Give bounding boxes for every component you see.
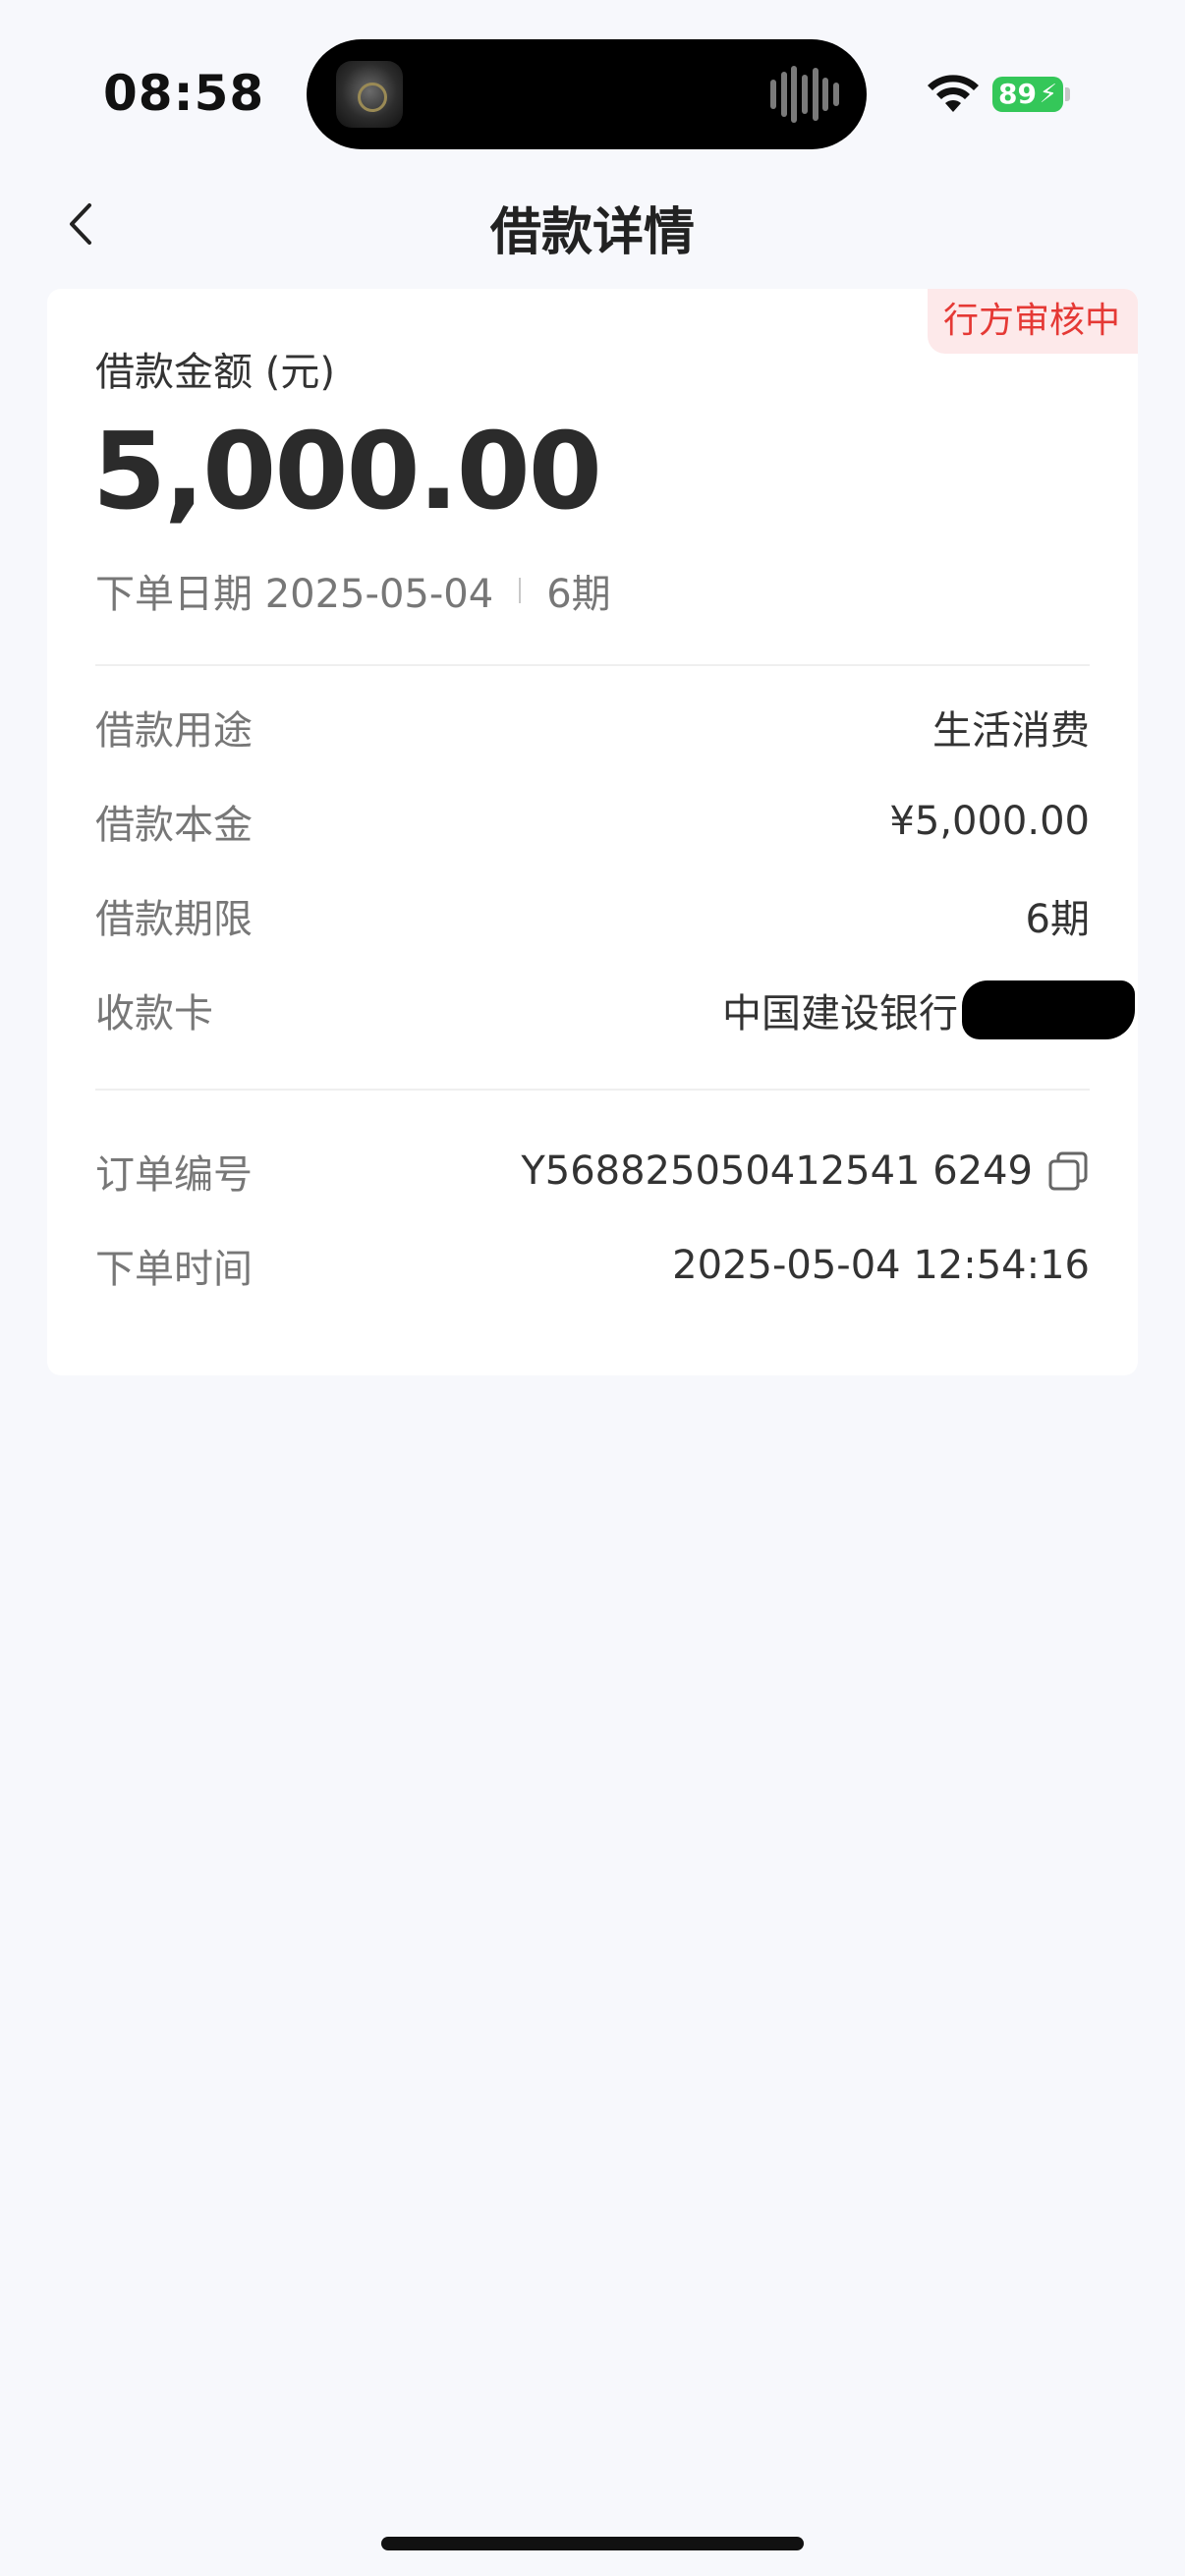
battery-cap <box>1065 87 1070 101</box>
battery-level: 89 <box>998 78 1037 110</box>
wifi-icon <box>928 75 979 112</box>
nav-bar: 借款详情 <box>0 177 1185 275</box>
status-time: 08:58 <box>103 65 265 122</box>
row-label: 借款期限 <box>95 897 253 942</box>
loan-detail-card: 行方审核中 借款金额 (元) 5,000.00 下单日期 2025-05-04 … <box>47 289 1138 1375</box>
row-value: 生活消费 <box>932 708 1090 754</box>
status-bar: 08:58 89 ⚡ <box>0 0 1185 177</box>
amount-label: 借款金额 (元) <box>95 350 335 395</box>
order-number: Y568825050412541 6249 <box>521 1148 1033 1194</box>
row-value: 2025-05-04 12:54:16 <box>672 1243 1090 1288</box>
row-value-container: Y568825050412541 6249 <box>521 1148 1090 1194</box>
bank-name: 中国建设银行 <box>722 991 958 1036</box>
section-divider <box>95 1089 1090 1091</box>
order-time-row: 下单时间 2025-05-04 12:54:16 <box>95 1236 1090 1295</box>
order-summary: 下单日期 2025-05-04 6期 <box>95 562 611 619</box>
battery-icon: 89 ⚡ <box>992 77 1063 112</box>
order-date: 下单日期 2025-05-04 <box>95 572 494 617</box>
status-badge: 行方审核中 <box>927 289 1138 354</box>
detail-row-term: 借款期限 6期 <box>95 886 1090 945</box>
row-label: 借款本金 <box>95 803 253 848</box>
row-label: 下单时间 <box>95 1247 253 1292</box>
row-value-container: 中国建设银行 <box>722 980 1135 1039</box>
watch-app-icon <box>336 61 403 128</box>
page-title: 借款详情 <box>489 203 695 262</box>
redacted-card-number <box>962 980 1135 1039</box>
section-divider <box>95 664 1090 666</box>
row-label: 借款用途 <box>95 708 253 754</box>
detail-row-receiving-card: 收款卡 中国建设银行 <box>95 980 1135 1039</box>
dynamic-island <box>307 39 867 149</box>
home-indicator <box>381 2537 804 2550</box>
row-value: 6期 <box>1025 897 1090 942</box>
order-number-row: 订单编号 Y568825050412541 6249 <box>95 1142 1090 1201</box>
row-label: 收款卡 <box>95 991 213 1036</box>
detail-row-principal: 借款本金 ¥5,000.00 <box>95 792 1090 851</box>
amount-value: 5,000.00 <box>92 411 602 533</box>
summary-divider <box>519 578 522 603</box>
row-value: ¥5,000.00 <box>889 799 1090 844</box>
copy-icon[interactable] <box>1046 1149 1090 1193</box>
row-label: 订单编号 <box>95 1152 253 1198</box>
audio-wave-icon <box>770 63 839 126</box>
charging-bolt-icon: ⚡ <box>1039 80 1057 109</box>
detail-row-purpose: 借款用途 生活消费 <box>95 698 1090 756</box>
order-periods: 6期 <box>546 572 611 617</box>
